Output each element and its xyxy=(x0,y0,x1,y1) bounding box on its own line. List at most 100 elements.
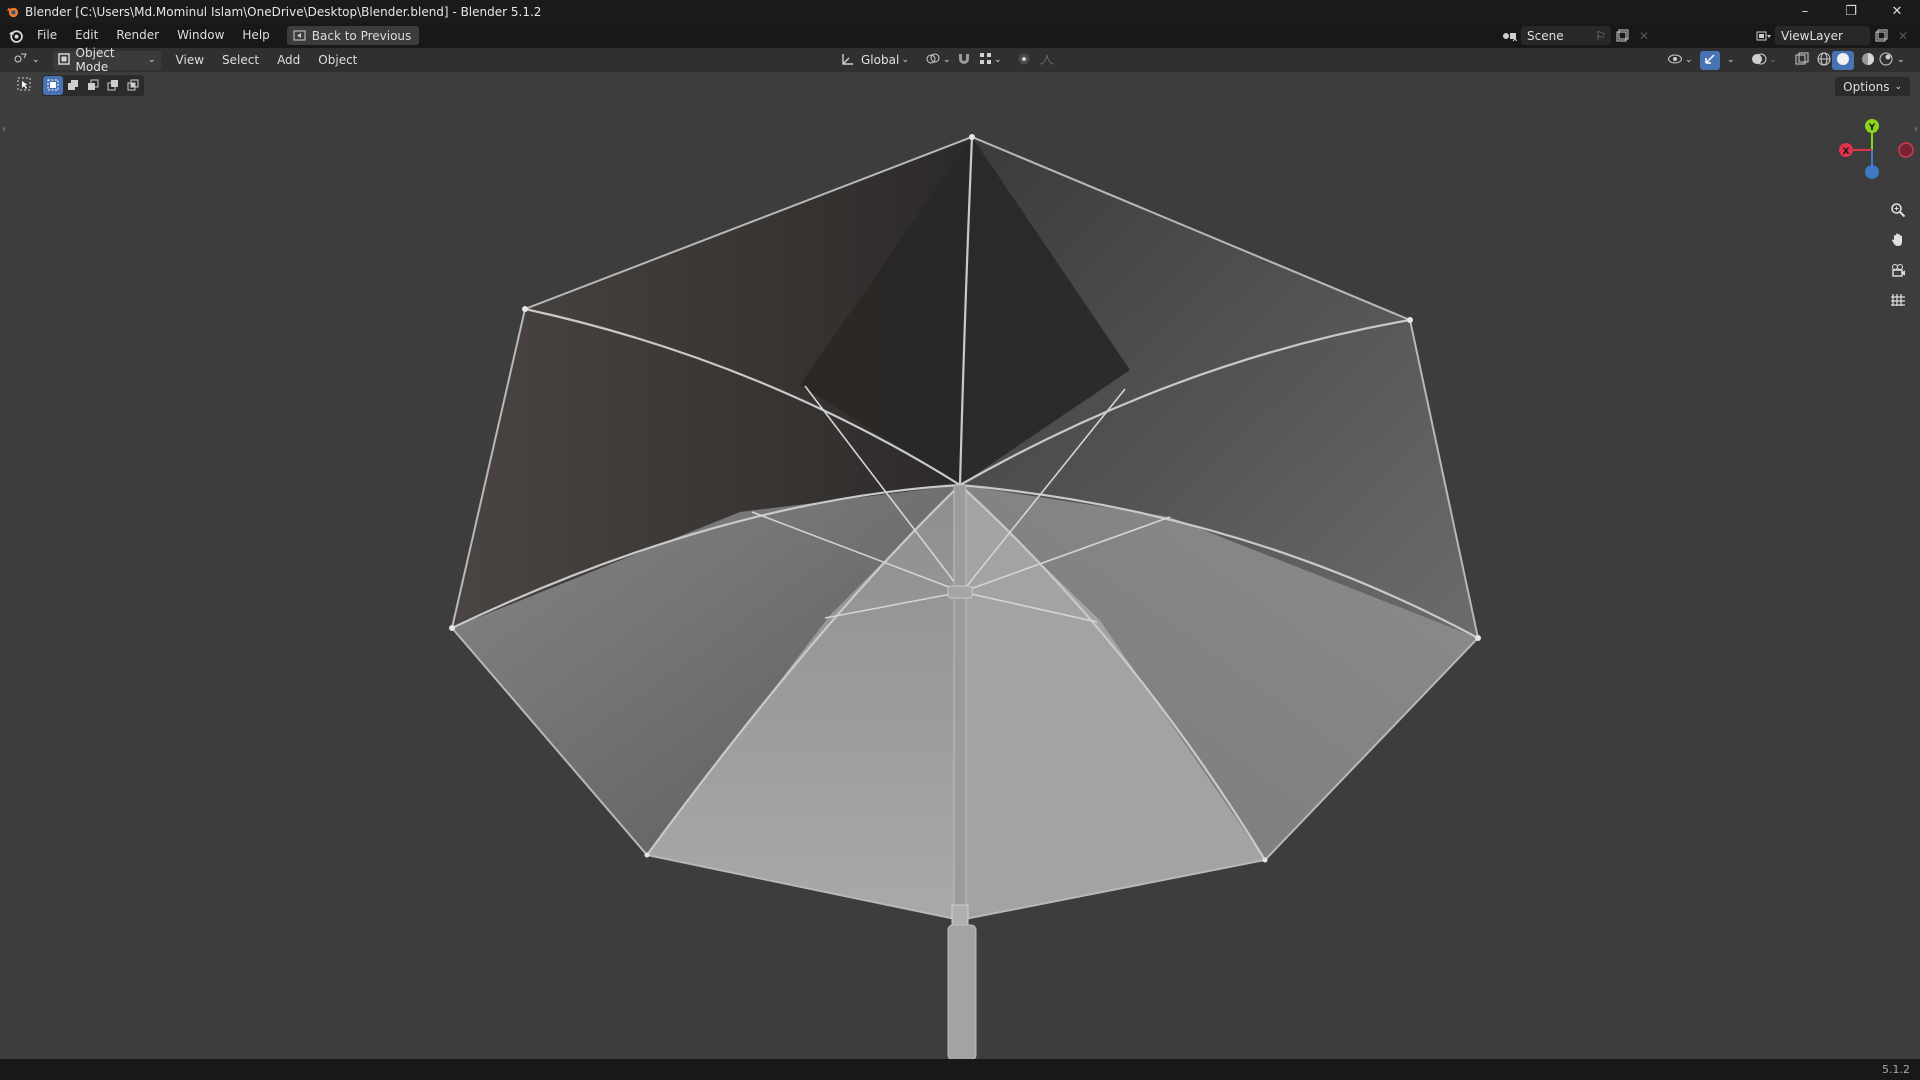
gizmo-dropdown[interactable]: ⌄ xyxy=(1722,51,1740,70)
navigation-gizmo[interactable]: Y X xyxy=(1824,110,1920,200)
menu-window[interactable]: Window xyxy=(168,25,233,46)
blender-menu-icon[interactable] xyxy=(2,23,28,48)
gizmo-neg-x-fill xyxy=(1900,144,1912,156)
pivot-point-icon xyxy=(925,52,941,68)
magnet-icon xyxy=(957,52,971,68)
window-controls: – ❐ ✕ xyxy=(1782,0,1920,23)
remove-view-layer-icon[interactable]: ✕ xyxy=(1892,26,1914,45)
view-layer-selector: ViewLayer ✕ xyxy=(1753,25,1914,46)
select-box-icon xyxy=(47,76,59,95)
select-intersect-icon xyxy=(127,76,139,95)
back-screen-icon xyxy=(293,30,306,41)
pivot-point-dropdown[interactable]: ⌄ xyxy=(920,51,956,70)
chevron-down-icon: ⌄ xyxy=(901,55,909,65)
orientation-axes-icon xyxy=(841,53,855,68)
scene-browse-icon[interactable] xyxy=(1499,26,1521,45)
falloff-curve-icon xyxy=(1039,53,1055,68)
options-label: Options xyxy=(1843,79,1890,94)
back-to-previous-button[interactable]: Back to Previous xyxy=(286,26,420,45)
selection-mode-group xyxy=(42,74,144,96)
new-view-layer-icon[interactable] xyxy=(1870,26,1892,45)
status-bar: 5.1.2 xyxy=(0,1059,1920,1080)
title-bar: Blender [C:\Users\Md.Mominul Islam\OneDr… xyxy=(0,0,1920,23)
menu-edit[interactable]: Edit xyxy=(66,25,107,46)
intersect-selection-button[interactable] xyxy=(123,76,143,95)
zoom-icon[interactable] xyxy=(1886,198,1910,222)
select-tool-button[interactable] xyxy=(14,75,34,95)
navigation-tools xyxy=(1886,198,1910,318)
blender-logo-icon xyxy=(5,5,19,19)
gizmo-y-label: Y xyxy=(1868,123,1876,133)
pin-icon[interactable]: ⚐ xyxy=(1595,29,1606,43)
gizmo-z-axis xyxy=(1865,165,1879,179)
chevron-down-icon: ⌄ xyxy=(994,55,1002,65)
set-new-selection-button[interactable] xyxy=(43,75,63,95)
object-mode-icon xyxy=(57,52,70,68)
restore-button[interactable]: ❐ xyxy=(1828,0,1874,23)
subtract-selection-button[interactable] xyxy=(83,76,103,95)
snap-toggle[interactable] xyxy=(952,51,976,70)
eye-filter-icon xyxy=(1667,53,1683,68)
view-layer-browse-icon[interactable] xyxy=(1753,26,1775,45)
options-dropdown[interactable]: Options ⌄ xyxy=(1835,77,1910,96)
object-visibility-dropdown[interactable]: ⌄ xyxy=(1662,51,1698,70)
gizmo-toggle[interactable] xyxy=(1700,50,1720,70)
xray-toggle[interactable] xyxy=(1790,51,1814,70)
object-mode-label: Object Mode xyxy=(75,46,115,74)
extend-selection-button[interactable] xyxy=(63,76,83,95)
shading-options-dropdown[interactable]: ⌄ xyxy=(1892,51,1910,70)
3d-viewport[interactable] xyxy=(0,72,1920,1059)
shading-solid-button[interactable] xyxy=(1832,50,1854,70)
editor-type-dropdown[interactable]: ⌄ xyxy=(8,51,45,70)
proportional-edit-icon xyxy=(1017,52,1031,69)
gizmo-icon xyxy=(1703,52,1717,69)
remove-scene-icon[interactable]: ✕ xyxy=(1633,26,1655,45)
new-scene-icon[interactable] xyxy=(1611,26,1633,45)
transform-orientation-dropdown[interactable]: Global ⌄ xyxy=(836,51,914,70)
transform-orientation-label: Global xyxy=(861,53,900,67)
material-sphere-icon xyxy=(1861,52,1875,69)
back-to-previous-label: Back to Previous xyxy=(311,28,412,43)
umbrella-model xyxy=(449,134,1481,1059)
overlays-icon xyxy=(1751,52,1767,69)
solid-sphere-icon xyxy=(1836,52,1850,69)
chevron-down-icon: ⌄ xyxy=(148,55,156,65)
select-subtract-icon xyxy=(87,76,99,95)
select-difference-icon xyxy=(107,76,119,95)
gizmo-x-label: X xyxy=(1843,147,1850,157)
overlays-toggle[interactable]: ⌄ xyxy=(1746,51,1782,70)
xray-icon xyxy=(1795,52,1809,69)
header-menu-select[interactable]: Select xyxy=(213,51,268,70)
select-extend-icon xyxy=(67,76,79,95)
view-layer-name-field[interactable]: ViewLayer xyxy=(1775,26,1870,45)
rendered-sphere-icon xyxy=(1879,52,1893,69)
chevron-down-icon: ⌄ xyxy=(32,55,40,65)
menu-file[interactable]: File xyxy=(28,25,66,46)
minimize-button[interactable]: – xyxy=(1782,0,1828,23)
snap-target-dropdown[interactable]: ⌄ xyxy=(974,51,1007,70)
object-mode-dropdown[interactable]: Object Mode ⌄ xyxy=(52,46,161,74)
select-cursor-icon xyxy=(17,76,31,95)
view-layer-name: ViewLayer xyxy=(1781,28,1843,43)
header-menu-add[interactable]: Add xyxy=(268,51,309,70)
scene-name-field[interactable]: Scene ⚐ xyxy=(1521,26,1611,45)
chevron-down-icon: ⌄ xyxy=(1769,55,1777,65)
proportional-falloff-dropdown[interactable] xyxy=(1034,51,1060,70)
invert-selection-button[interactable] xyxy=(103,76,123,95)
chevron-down-icon: ⌄ xyxy=(1894,81,1902,92)
menu-render[interactable]: Render xyxy=(107,25,168,46)
close-button[interactable]: ✕ xyxy=(1874,0,1920,23)
proportional-editing-toggle[interactable] xyxy=(1012,51,1036,70)
header-menu-object[interactable]: Object xyxy=(309,51,366,70)
toolbar-expand-arrow-icon[interactable]: › xyxy=(2,124,6,135)
hand-pan-icon[interactable] xyxy=(1886,228,1910,252)
scene-name: Scene xyxy=(1527,28,1564,43)
window-title: Blender [C:\Users\Md.Mominul Islam\OneDr… xyxy=(25,4,542,19)
chevron-down-icon: ⌄ xyxy=(1897,55,1905,65)
menu-help[interactable]: Help xyxy=(233,25,278,46)
tool-settings-header xyxy=(0,72,1920,98)
grid-icon[interactable] xyxy=(1886,288,1910,312)
header-menu-view[interactable]: View xyxy=(167,51,213,70)
chevron-down-icon: ⌄ xyxy=(943,55,951,65)
camera-icon[interactable] xyxy=(1886,258,1910,282)
